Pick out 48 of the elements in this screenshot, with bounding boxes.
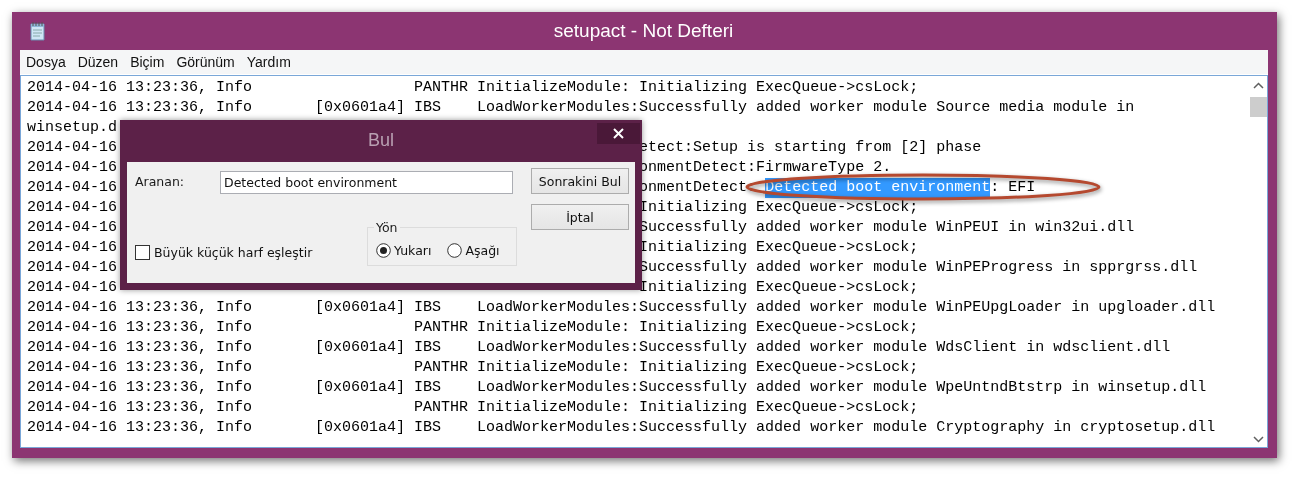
close-button[interactable]	[597, 123, 640, 144]
radio-option[interactable]: Aşağı	[447, 242, 500, 258]
log-line: Successfully added worker module WinPEUI in win32ui.dll	[639, 218, 1135, 238]
log-line: 2014-04-16 13:23:36, Info [0x0601a4] IBS LoadWorkerModules:Successfully added worker module WinPEUpgLoader in upgloader.dll	[27, 298, 1216, 318]
log-line: 2014-04-16 13:23:36, Info [0x0601a4] IBS LoadWorkerModules:Successfully added worker module WpeUntndBtstrp in winsetup.dll	[27, 378, 1207, 398]
log-line: 2014-04-16 13:23:36, Info [0x0601a4] IBS LoadWorkerModules:Successfully added worker module Cryptography in cryptosetup.dll	[27, 418, 1216, 438]
log-line: 2014-04-16	[27, 198, 117, 218]
log-line: Initializing ExecQueue->csLock;	[639, 238, 919, 258]
menu-item[interactable]: Yardım	[240, 54, 297, 70]
close-icon	[613, 128, 624, 139]
menu-item[interactable]: Biçim	[124, 54, 171, 70]
log-line: : EFI	[990, 178, 1036, 198]
log-line: 2014-04-16	[27, 218, 117, 238]
scroll-thumb[interactable]	[1250, 97, 1267, 117]
scroll-down-icon	[1253, 436, 1264, 443]
log-line: onmentDetect:FirmwareType 2.	[639, 158, 892, 178]
log-line: 2014-04-16	[27, 238, 117, 258]
log-line: 2014-04-16	[27, 278, 117, 298]
log-line: 2014-04-16 13:23:36, Info [0x0601a4] IBS LoadWorkerModules:Successfully added worker module WdsClient in wdsclient.dll	[27, 338, 1171, 358]
match-case-checkbox[interactable]: Büyük küçük harf eşleştir	[135, 245, 313, 260]
cancel-button[interactable]: İptal	[531, 204, 629, 230]
find-next-button[interactable]: Sonrakini Bul	[531, 168, 629, 194]
group-label: Yön	[375, 220, 399, 235]
radio-option[interactable]: Yukarı	[376, 242, 432, 258]
log-line: 2014-04-16	[27, 178, 117, 198]
log-line: Initializing ExecQueue->csLock;	[639, 198, 919, 218]
log-line: Successfully added worker module WinPEProgress in spprgrss.dll	[639, 258, 1198, 278]
log-line: 2014-04-16 13:23:36, Info PANTHR InitializeModule: Initializing ExecQueue->csLock;	[27, 78, 919, 98]
log-line: winsetup.d	[27, 118, 117, 138]
search-field[interactable]: Detected boot environment	[220, 171, 513, 194]
menu-item[interactable]: Görünüm	[170, 54, 241, 70]
log-line: 2014-04-16 13:23:36, Info PANTHR InitializeModule: Initializing ExecQueue->csLock;	[27, 398, 919, 418]
search-label: Aranan:	[135, 173, 186, 189]
menu-item[interactable]: Düzen	[71, 54, 125, 70]
menu-item[interactable]: Dosya	[20, 54, 72, 70]
log-line: 2014-04-16	[27, 258, 117, 278]
scroll-up-icon	[1253, 82, 1264, 89]
log-line: 2014-04-16 13:23:36, Info [0x0601a4] IBS LoadWorkerModules:Successfully added worker module Source media module in	[27, 98, 1135, 118]
selected-text: Detected boot environment	[765, 178, 991, 198]
log-line: 2014-04-16	[27, 138, 117, 158]
window-title: setupact - Not Defteri	[552, 20, 735, 42]
log-line: etect:Setup is starting from [2] phase	[639, 138, 982, 158]
log-line: 2014-04-16 13:23:36, Info PANTHR InitializeModule: Initializing ExecQueue->csLock;	[27, 358, 919, 378]
log-line: 2014-04-16 13:23:36, Info PANTHR InitializeModule: Initializing ExecQueue->csLock;	[27, 318, 919, 338]
log-line: Initializing ExecQueue->csLock;	[639, 278, 919, 298]
log-line: 2014-04-16	[27, 158, 117, 178]
notepad-icon	[28, 21, 47, 41]
dialog-title: Bul	[368, 129, 394, 152]
